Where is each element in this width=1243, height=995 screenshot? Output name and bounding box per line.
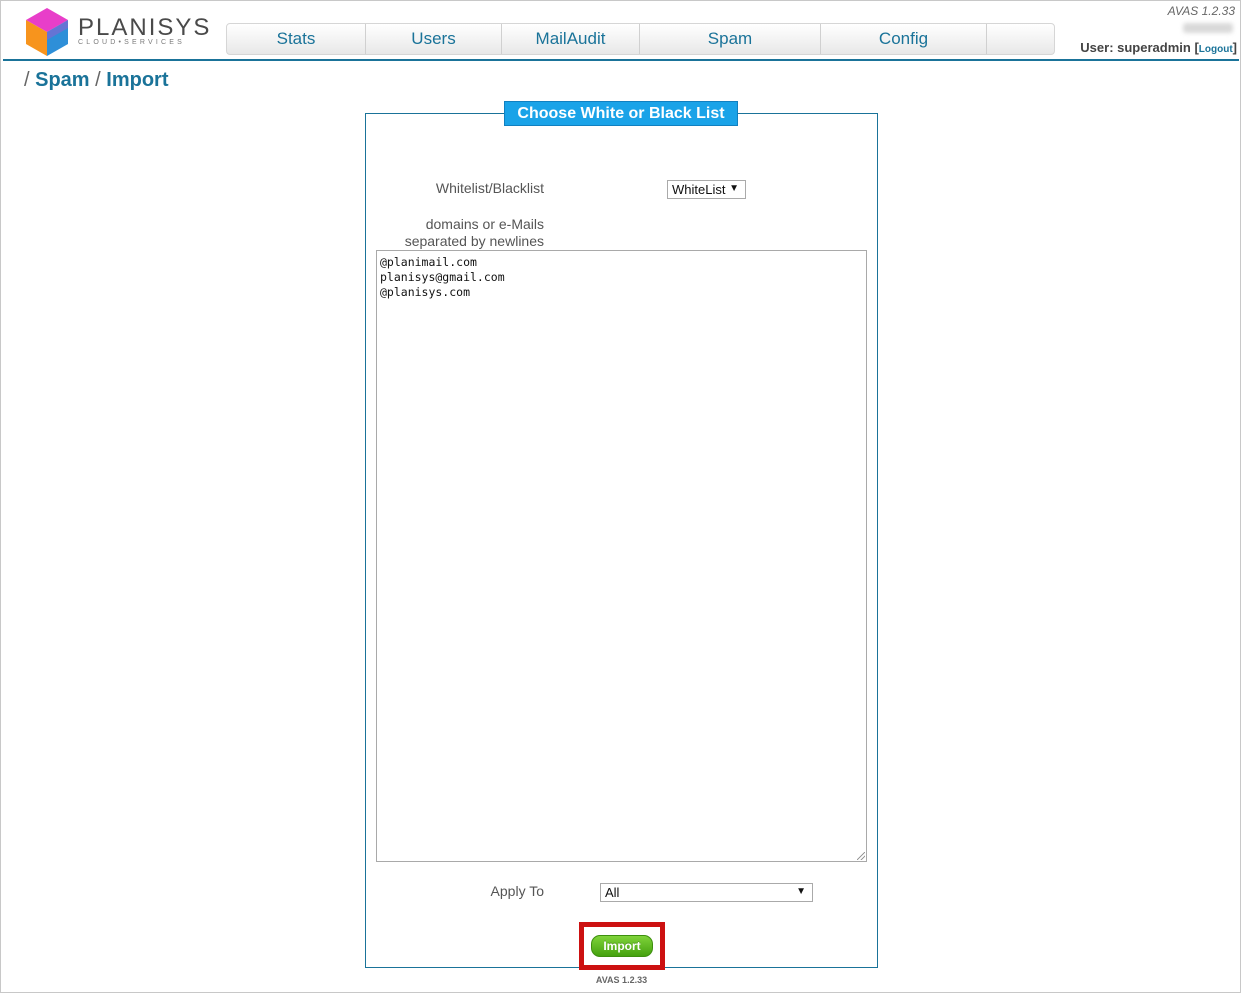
dropdown-arrow-icon: ▼ (796, 886, 806, 897)
version-label: AVAS 1.2.33 (1167, 4, 1235, 18)
entries-label-line2: separated by newlines (404, 233, 544, 249)
nav-stats[interactable]: Stats (227, 24, 366, 54)
import-button[interactable]: Import (591, 935, 653, 957)
resize-grip-icon[interactable] (857, 852, 866, 861)
import-highlight: Import (579, 922, 665, 970)
apply-to-label: Apply To (490, 883, 544, 899)
dropdown-arrow-icon: ▼ (729, 183, 739, 194)
nav-users[interactable]: Users (366, 24, 502, 54)
logo-wordmark: PLANISYS (78, 14, 212, 41)
nav-spam[interactable]: Spam (640, 24, 821, 54)
logo-subtitle: CLOUD•SERVICES (78, 39, 186, 46)
list-type-value: WhiteList (672, 182, 726, 197)
breadcrumb-import: Import (106, 69, 169, 91)
breadcrumb-separator: / (89, 69, 107, 91)
breadcrumb-spam[interactable]: Spam (35, 69, 89, 91)
list-type-select[interactable]: WhiteList ▼ (667, 180, 746, 199)
user-label: User: superadmin (1080, 40, 1191, 55)
entries-label-line1: domains or e-Mails (425, 216, 544, 232)
apply-to-value: All (605, 885, 620, 900)
planisys-logo[interactable]: PLANISYS CLOUD•SERVICES (22, 6, 209, 58)
cube-logo-icon (26, 8, 68, 56)
main-nav: Stats Users MailAudit Spam Config (226, 23, 1055, 55)
nav-empty (987, 24, 1054, 54)
list-type-label: Whitelist/Blacklist (435, 180, 544, 196)
apply-to-select[interactable]: All ▼ (600, 883, 813, 902)
logout-link[interactable]: Logout (1199, 44, 1233, 55)
breadcrumb: / Spam / Import (24, 69, 168, 92)
user-info: User: superadmin [Logout] (1080, 40, 1237, 55)
panel-legend: Choose White or Black List (504, 101, 738, 126)
footer-version: AVAS 1.2.33 (595, 975, 648, 985)
entries-textarea[interactable]: @planimail.com planisys@gmail.com @plani… (376, 250, 867, 862)
breadcrumb-separator: / (24, 69, 36, 91)
nav-mailaudit[interactable]: MailAudit (502, 24, 640, 54)
nav-config[interactable]: Config (821, 24, 987, 54)
header-divider (3, 59, 1239, 61)
blurred-hostname (1183, 23, 1233, 33)
